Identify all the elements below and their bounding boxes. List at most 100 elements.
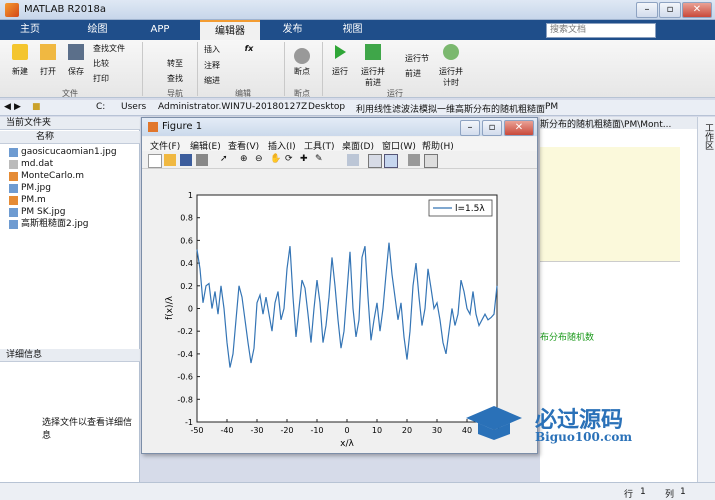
x-axis-label: x/λ — [340, 439, 354, 449]
row-value: 1 — [640, 487, 646, 497]
path-segment[interactable]: Desktop — [308, 102, 345, 112]
y-tick-label: -1 — [185, 418, 193, 427]
editor-highlight — [540, 147, 680, 262]
breakpoints-section-label: 断点 — [294, 89, 310, 98]
new-figure-icon[interactable] — [148, 154, 162, 168]
path-segment[interactable]: C: — [96, 102, 105, 112]
compare-button[interactable]: 比较 — [93, 58, 133, 69]
print-icon[interactable] — [196, 154, 208, 166]
run-section-button[interactable]: 运行节 — [405, 53, 435, 64]
x-tick-label: -40 — [220, 426, 233, 435]
open-button[interactable]: 打开 — [36, 66, 60, 77]
zoom-in-icon[interactable]: ⊕ — [240, 154, 252, 166]
matlab-logo-icon — [5, 3, 19, 17]
figure-maximize-button[interactable]: ▫ — [482, 120, 502, 136]
y-tick-label: 0 — [188, 305, 193, 314]
row-label: 行 — [624, 490, 634, 500]
run-section-label: 运行 — [387, 89, 403, 98]
y-tick-label: -0.2 — [177, 327, 193, 336]
run-time-icon[interactable] — [443, 44, 459, 60]
m-file-icon — [9, 196, 18, 205]
nav-section-label: 导航 — [167, 89, 183, 98]
tab-apps[interactable]: APP — [135, 20, 185, 40]
x-tick-label: -20 — [280, 426, 293, 435]
folder-icon[interactable]: ■ — [32, 102, 41, 112]
workspace-side-tab[interactable]: 工作区 — [697, 117, 715, 482]
m-file-icon — [9, 172, 18, 181]
maximize-button[interactable]: ▫ — [659, 2, 681, 18]
show-plot-tools-icon[interactable] — [424, 154, 438, 168]
search-docs-input[interactable]: 搜索文档 — [546, 23, 656, 38]
back-arrow-icon[interactable]: ◀ — [4, 102, 11, 112]
fx-button[interactable]: fx — [243, 44, 255, 53]
file-item[interactable]: PM.jpg — [21, 183, 51, 194]
file-item[interactable]: PM SK.jpg — [21, 207, 65, 218]
run-icon[interactable] — [332, 44, 348, 60]
current-folder-panel: 当前文件夹 名称 gaosicucaomian1.jpg md.dat Mont… — [0, 117, 140, 497]
ribbon: 新建 打开 保存 查找文件 比较 打印 文件 转至 查找 导航 插入 注释 缩进… — [0, 40, 715, 98]
figure-close-button[interactable]: ✕ — [504, 120, 534, 136]
tab-editor[interactable]: 编辑器 — [200, 20, 260, 40]
zoom-out-icon[interactable]: ⊖ — [255, 154, 267, 166]
ribbon-divider — [197, 42, 198, 96]
goto-button[interactable]: 转至 — [160, 58, 190, 69]
tab-view[interactable]: 视图 — [325, 20, 380, 40]
x-tick-label: 0 — [344, 426, 349, 435]
forward-arrow-icon[interactable]: ▶ — [14, 102, 21, 112]
name-column-header[interactable]: 名称 — [0, 131, 140, 144]
tab-publish[interactable]: 发布 — [265, 20, 320, 40]
hide-plot-tools-icon[interactable] — [408, 154, 420, 166]
run-button[interactable]: 运行 — [328, 66, 352, 77]
path-segment[interactable]: Administrator.WIN7U-20180127Z — [158, 102, 307, 112]
indent-button[interactable]: 缩进 — [203, 75, 221, 86]
file-item[interactable]: PM.m — [21, 195, 46, 206]
minimize-button[interactable]: – — [636, 2, 658, 18]
save-figure-icon[interactable] — [180, 154, 192, 166]
comment-button[interactable]: 注释 — [203, 60, 221, 71]
pointer-icon[interactable]: ➚ — [220, 154, 232, 166]
figure-minimize-button[interactable]: – — [460, 120, 480, 136]
file-item[interactable]: gaosicucaomian1.jpg — [21, 147, 117, 158]
pan-icon[interactable]: ✋ — [270, 154, 282, 166]
advance-button[interactable]: 前进 — [405, 68, 435, 79]
details-header: 详细信息 — [0, 349, 140, 362]
ribbon-divider — [142, 42, 143, 96]
path-segment[interactable]: Users — [121, 102, 146, 112]
save-icon[interactable] — [68, 44, 84, 60]
breakpoints-button[interactable]: 断点 — [288, 66, 316, 77]
open-file-icon[interactable] — [164, 154, 176, 166]
open-folder-icon[interactable] — [40, 44, 56, 60]
x-tick-label: 20 — [402, 426, 412, 435]
col-value: 1 — [680, 487, 686, 497]
data-cursor-icon[interactable]: ✚ — [300, 154, 312, 166]
file-item[interactable]: md.dat — [21, 159, 53, 170]
run-time-button[interactable]: 运行并 计时 — [436, 66, 466, 88]
y-tick-label: 0.2 — [180, 282, 193, 291]
ribbon-divider — [322, 42, 323, 96]
find-button[interactable]: 查找 — [160, 73, 190, 84]
legend-icon[interactable] — [384, 154, 398, 168]
breakpoint-icon[interactable] — [294, 48, 310, 64]
colorbar-icon[interactable] — [368, 154, 382, 168]
path-segment[interactable]: 利用线性滤波法模拟一维高斯分布的随机粗糙面 — [356, 102, 545, 115]
insert-button[interactable]: 插入 — [203, 44, 221, 55]
figure-icon — [148, 122, 158, 132]
link-plot-icon[interactable] — [347, 154, 359, 166]
path-segment[interactable]: PM — [545, 102, 558, 112]
new-button[interactable]: 新建 — [8, 66, 32, 77]
run-advance-icon[interactable] — [365, 44, 381, 60]
brush-icon[interactable]: ✎ — [315, 154, 327, 166]
tab-home[interactable]: 主页 — [5, 20, 55, 40]
close-button[interactable]: ✕ — [682, 2, 712, 18]
print-button[interactable]: 打印 — [93, 73, 133, 84]
save-button[interactable]: 保存 — [64, 66, 88, 77]
new-icon[interactable] — [12, 44, 28, 60]
tab-plots[interactable]: 绘图 — [70, 20, 125, 40]
file-item[interactable]: 高斯粗糙面2.jpg — [21, 219, 89, 230]
find-files-button[interactable]: 查找文件 — [93, 43, 141, 54]
file-item[interactable]: MonteCarlo.m — [21, 171, 84, 182]
x-tick-label: 10 — [372, 426, 382, 435]
data-file-icon — [9, 160, 18, 169]
run-advance-button[interactable]: 运行并 前进 — [358, 66, 388, 88]
rotate-icon[interactable]: ⟳ — [285, 154, 297, 166]
